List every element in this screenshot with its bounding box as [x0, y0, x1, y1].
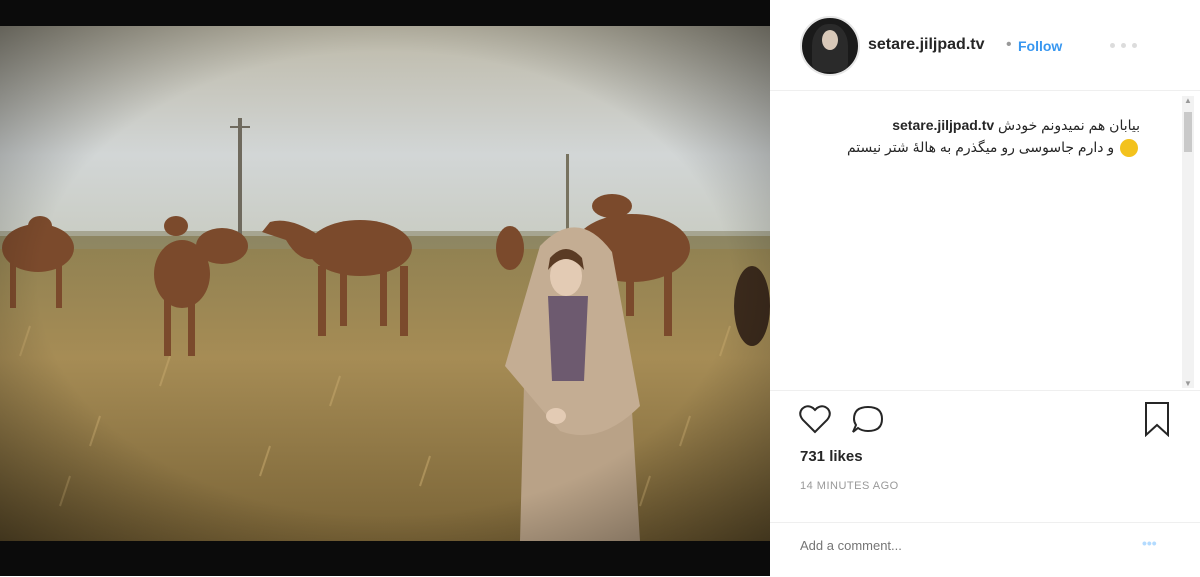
bookmark-icon[interactable] — [1142, 401, 1172, 442]
post-info-pane: setare.jiljpad.tv • Follow ▲ ▼ بیابان هم… — [770, 0, 1200, 576]
follow-button[interactable]: Follow — [1018, 38, 1062, 54]
post-caption: بیابان هم نمیدونم خودش setare.jiljpad.tv… — [800, 114, 1140, 158]
scrollbar-thumb[interactable] — [1184, 112, 1192, 152]
post-actions — [770, 390, 1200, 451]
username-link[interactable]: setare.jiljpad.tv — [868, 36, 985, 54]
scrollbar[interactable]: ▲ ▼ — [1182, 96, 1194, 388]
photo-pane — [0, 0, 770, 576]
caption-text-line-2: و دارم جاسوسی رو میگذرم به هالۀ شتر نیست… — [846, 139, 1115, 155]
scroll-down-icon[interactable]: ▼ — [1184, 379, 1192, 388]
more-options-icon[interactable] — [1100, 34, 1146, 56]
caption-username[interactable]: setare.jiljpad.tv — [892, 117, 994, 133]
comment-bubble-icon[interactable] — [850, 403, 886, 442]
comment-input[interactable] — [798, 533, 1102, 557]
scroll-up-icon[interactable]: ▲ — [1184, 96, 1192, 105]
avatar[interactable] — [800, 16, 860, 76]
post-photo[interactable] — [0, 26, 770, 541]
caption-text-line-1: بیابان هم نمیدونم خودش — [998, 117, 1140, 133]
heart-icon[interactable] — [798, 403, 832, 440]
separator-dot: • — [1006, 36, 1012, 53]
photo-scene — [0, 26, 770, 541]
emoji-icon — [1120, 139, 1138, 158]
post-timestamp: 14 MINUTES AGO — [800, 480, 899, 492]
likes-count[interactable]: 731 likes — [800, 448, 863, 465]
post-header: setare.jiljpad.tv • Follow — [770, 0, 1200, 91]
post-comment-button[interactable]: ••• — [1142, 535, 1157, 551]
comment-bar: ••• — [770, 522, 1200, 577]
